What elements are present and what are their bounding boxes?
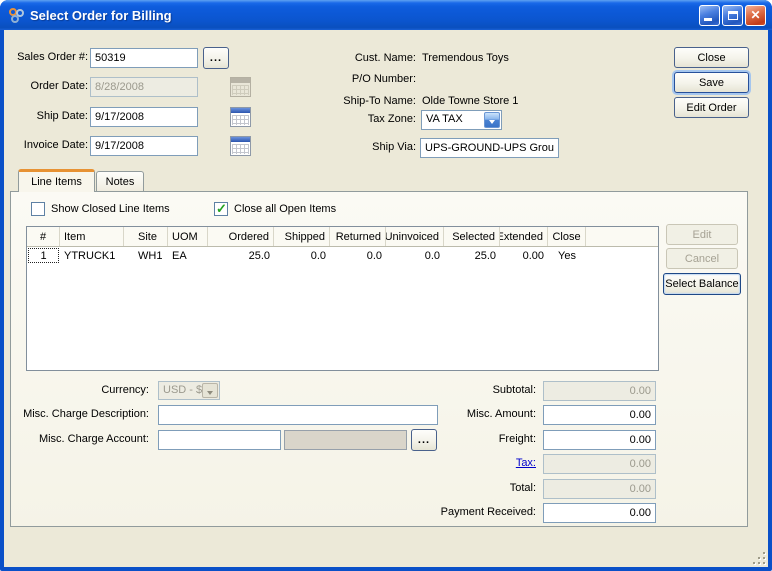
window-title: Select Order for Billing: [30, 8, 699, 23]
show-closed-line-items-checkbox[interactable]: ✓: [31, 202, 45, 216]
currency-value: USD - $: [163, 384, 202, 396]
ship-to-name-value: Olde Towne Store 1: [422, 95, 518, 107]
table-cell[interactable]: 25.0: [444, 247, 500, 264]
show-closed-line-items-label[interactable]: Show Closed Line Items: [51, 203, 170, 215]
subtotal-label: Subtotal:: [341, 384, 536, 396]
table-cell[interactable]: Yes: [548, 247, 586, 264]
misc-amount-input[interactable]: [543, 405, 656, 425]
sales-order-label: Sales Order #:: [6, 51, 88, 63]
cancel-line-button: Cancel: [666, 248, 738, 269]
close-all-open-items-label[interactable]: Close all Open Items: [234, 203, 336, 215]
column-header[interactable]: #: [27, 227, 60, 246]
dialog-body: Sales Order #: ... Order Date: Ship Date…: [4, 30, 768, 567]
checkmark-icon: ✓: [216, 201, 227, 217]
close-all-open-items-checkbox[interactable]: ✓: [214, 202, 228, 216]
sales-order-input[interactable]: [90, 48, 198, 68]
misc-amount-label: Misc. Amount:: [341, 408, 536, 420]
table-cell[interactable]: 0.0: [386, 247, 444, 264]
total-label: Total:: [341, 482, 536, 494]
payment-received-label: Payment Received:: [341, 506, 536, 518]
table-cell[interactable]: 0.00: [500, 247, 548, 264]
tax-zone-label: Tax Zone:: [294, 113, 416, 125]
ship-via-input[interactable]: [420, 138, 559, 158]
freight-input[interactable]: [543, 430, 656, 450]
column-header[interactable]: Close: [548, 227, 586, 246]
table-cell[interactable]: EA: [168, 247, 208, 264]
close-button[interactable]: Close: [674, 47, 749, 68]
tab-notes[interactable]: Notes: [96, 171, 144, 192]
column-header[interactable]: Ordered: [208, 227, 274, 246]
table-row[interactable]: 1YTRUCK1WH1EA25.00.00.00.025.00.00Yes: [27, 247, 658, 264]
table-cell[interactable]: YTRUCK1: [60, 247, 124, 264]
order-date-calendar-icon: [230, 77, 251, 97]
currency-select: USD - $: [158, 381, 220, 400]
chevron-down-icon: [202, 383, 218, 398]
title-bar[interactable]: Select Order for Billing ✕: [0, 0, 772, 30]
close-window-button[interactable]: ✕: [745, 5, 766, 26]
table-cell[interactable]: 25.0: [208, 247, 274, 264]
table-cell[interactable]: WH1: [124, 247, 168, 264]
tax-input: [543, 454, 656, 474]
order-date-label: Order Date:: [6, 80, 88, 92]
freight-label: Freight:: [341, 433, 536, 445]
maximize-icon: [728, 11, 738, 20]
table-cell[interactable]: 1: [27, 247, 60, 264]
cust-name-label: Cust. Name:: [294, 52, 416, 64]
column-header[interactable]: Selected: [444, 227, 500, 246]
table-cell[interactable]: 0.0: [274, 247, 330, 264]
order-date-input: [90, 77, 198, 97]
line-items-body: 1YTRUCK1WH1EA25.00.00.00.025.00.00Yes: [27, 247, 658, 264]
ship-date-input[interactable]: [90, 107, 198, 127]
chevron-down-icon[interactable]: [484, 112, 500, 128]
sales-order-browse-button[interactable]: ...: [203, 47, 229, 69]
ship-via-label: Ship Via:: [294, 141, 416, 153]
cust-name-value: Tremendous Toys: [422, 52, 509, 64]
invoice-date-input[interactable]: [90, 136, 198, 156]
misc-charge-account-label: Misc. Charge Account:: [11, 433, 149, 445]
tax-zone-select[interactable]: VA TAX: [421, 110, 502, 130]
po-number-label: P/O Number:: [294, 73, 416, 85]
edit-line-button: Edit: [666, 224, 738, 245]
select-balance-button[interactable]: Select Balance: [663, 273, 741, 295]
table-cell[interactable]: 0.0: [330, 247, 386, 264]
resize-grip[interactable]: [752, 551, 765, 564]
tax-link[interactable]: Tax:: [341, 457, 536, 469]
save-button[interactable]: Save: [674, 72, 749, 93]
column-header[interactable]: UOM: [168, 227, 208, 246]
line-items-panel: ✓ Show Closed Line Items ✓ Close all Ope…: [10, 191, 748, 527]
line-items-header: #ItemSiteUOMOrderedShippedReturnedUninvo…: [27, 227, 658, 247]
close-icon: ✕: [746, 8, 765, 23]
edit-order-button[interactable]: Edit Order: [674, 97, 749, 118]
column-header[interactable]: Item: [60, 227, 124, 246]
column-header[interactable]: Uninvoiced: [386, 227, 444, 246]
line-items-table[interactable]: #ItemSiteUOMOrderedShippedReturnedUninvo…: [26, 226, 659, 371]
column-header[interactable]: Site: [124, 227, 168, 246]
minimize-button[interactable]: [699, 5, 720, 26]
currency-label: Currency:: [11, 384, 149, 396]
minimize-icon: [704, 18, 712, 21]
payment-received-input[interactable]: [543, 503, 656, 523]
column-header[interactable]: Extended: [500, 227, 548, 246]
dialog-select-order-for-billing: Select Order for Billing ✕ Sales Order #…: [0, 0, 772, 571]
misc-charge-account-input[interactable]: [158, 430, 281, 450]
ship-to-name-label: Ship-To Name:: [294, 95, 416, 107]
maximize-button[interactable]: [722, 5, 743, 26]
column-header[interactable]: Shipped: [274, 227, 330, 246]
invoice-date-calendar-icon[interactable]: [230, 136, 251, 156]
invoice-date-label: Invoice Date:: [6, 139, 88, 151]
ship-date-calendar-icon[interactable]: [230, 107, 251, 127]
ship-date-label: Ship Date:: [6, 110, 88, 122]
misc-charge-description-label: Misc. Charge Description:: [11, 408, 149, 420]
subtotal-input: [543, 381, 656, 401]
total-input: [543, 479, 656, 499]
app-icon: [8, 7, 25, 24]
tab-line-items[interactable]: Line Items: [18, 169, 95, 192]
tax-zone-value: VA TAX: [426, 113, 463, 125]
column-header[interactable]: Returned: [330, 227, 386, 246]
